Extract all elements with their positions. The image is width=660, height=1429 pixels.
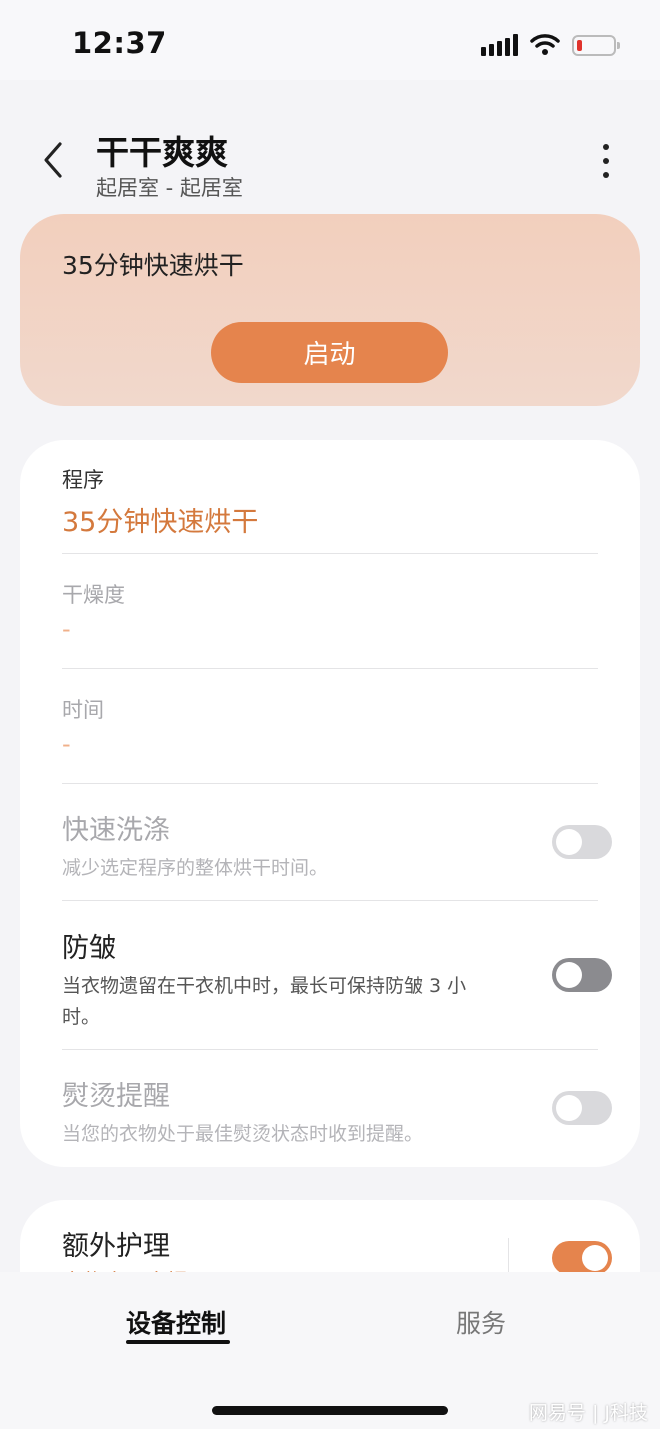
divider	[62, 668, 598, 669]
time-label: 时间	[62, 698, 104, 722]
start-button[interactable]: 启动	[211, 322, 448, 383]
signal-icon	[481, 34, 518, 56]
iron-reminder-desc: 当您的衣物处于最佳熨烫状态时收到提醒。	[62, 1123, 424, 1145]
iron-reminder-toggle[interactable]	[552, 1091, 612, 1125]
battery-low-icon	[572, 34, 620, 56]
program-value: 35分钟快速烘干	[62, 507, 259, 538]
status-icons	[481, 30, 620, 60]
dryness-row[interactable]: 干燥度 -	[62, 579, 598, 643]
time-row[interactable]: 时间 -	[62, 694, 598, 758]
divider	[62, 1049, 598, 1050]
status-time: 12:37	[72, 26, 167, 60]
anti-wrinkle-desc: 当衣物遗留在干衣机中时，最长可保持防皱 3 小时。	[62, 975, 467, 1028]
program-row[interactable]: 程序 35分钟快速烘干	[62, 464, 598, 539]
more-vertical-icon[interactable]	[594, 144, 618, 178]
quick-program-title: 35分钟快速烘干	[62, 251, 244, 280]
iron-reminder-title: 熨烫提醒	[62, 1081, 170, 1112]
quick-wash-title: 快速洗涤	[62, 815, 170, 846]
tab-service[interactable]: 服务	[456, 1304, 506, 1340]
tab-device-control[interactable]: 设备控制	[126, 1304, 226, 1340]
app-header: 干干爽爽 起居室 - 起居室	[0, 80, 660, 210]
dryness-label: 干燥度	[62, 583, 125, 607]
anti-wrinkle-row: 防皱 当衣物遗留在干衣机中时，最长可保持防皱 3 小时。	[62, 926, 598, 1033]
iron-reminder-row: 熨烫提醒 当您的衣物处于最佳熨烫状态时收到提醒。	[62, 1074, 598, 1150]
watermark: 网易号 | J科技	[528, 1402, 648, 1424]
quick-wash-desc: 减少选定程序的整体烘干时间。	[62, 857, 329, 879]
status-bar: 12:37	[0, 0, 660, 80]
anti-wrinkle-toggle[interactable]	[552, 958, 612, 992]
anti-wrinkle-title: 防皱	[62, 933, 116, 964]
quick-start-card: 35分钟快速烘干 启动	[20, 214, 640, 406]
time-value: -	[62, 730, 71, 758]
home-indicator[interactable]	[212, 1406, 448, 1415]
quick-wash-toggle[interactable]	[552, 825, 612, 859]
divider	[62, 900, 598, 901]
program-label: 程序	[62, 468, 104, 492]
extra-care-title: 额外护理	[62, 1231, 170, 1262]
chevron-left-icon[interactable]	[38, 138, 70, 182]
active-tab-indicator	[126, 1340, 230, 1344]
settings-card: 程序 35分钟快速烘干 干燥度 - 时间 - 快速洗涤 减少选定程序的整体烘干时…	[20, 440, 640, 1167]
extra-care-toggle[interactable]	[552, 1241, 612, 1275]
page-title: 干干爽爽	[96, 133, 228, 172]
page-subtitle: 起居室 - 起居室	[96, 176, 243, 200]
divider	[62, 783, 598, 784]
dryness-value: -	[62, 615, 71, 643]
wifi-icon	[530, 34, 560, 55]
divider	[62, 553, 598, 554]
quick-wash-row: 快速洗涤 减少选定程序的整体烘干时间。	[62, 808, 598, 884]
